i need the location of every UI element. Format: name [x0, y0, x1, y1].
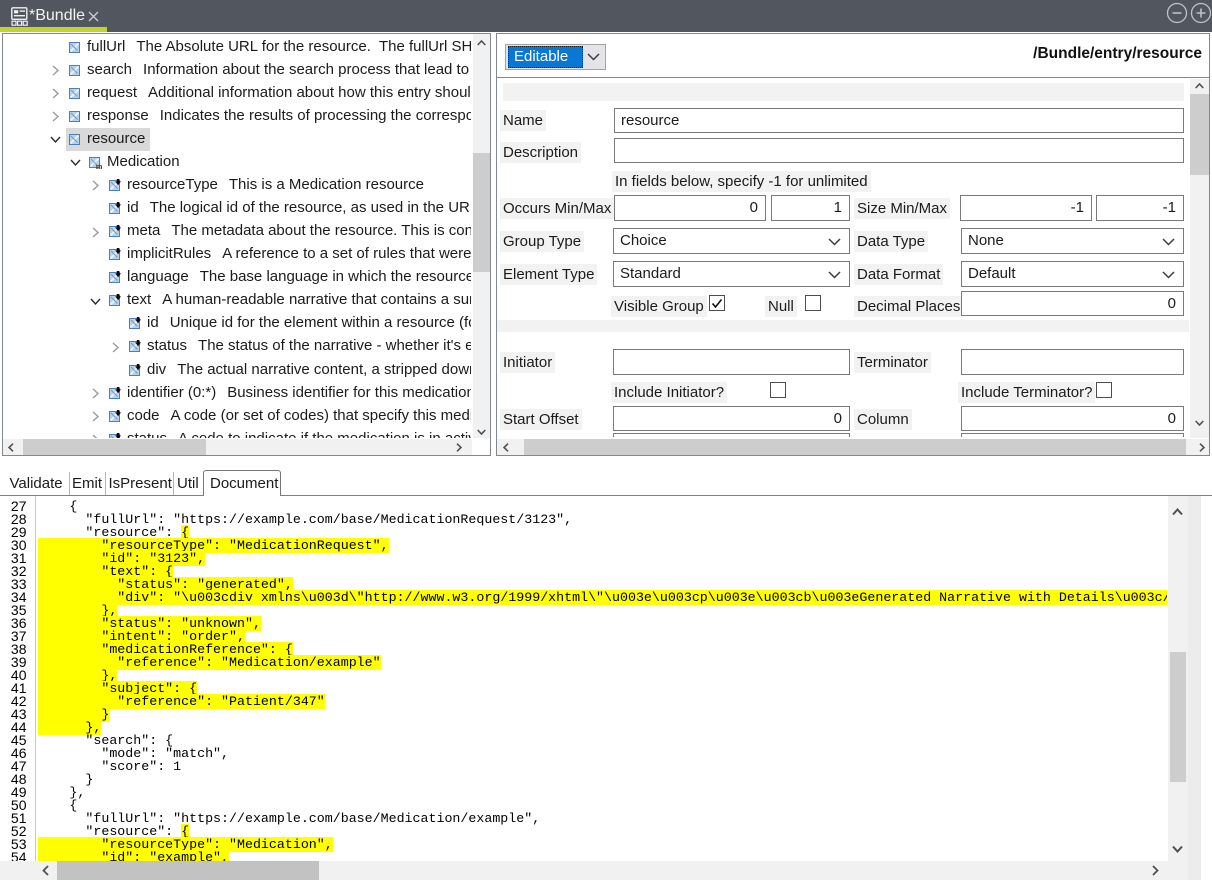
- svg-text:m: m: [96, 162, 102, 169]
